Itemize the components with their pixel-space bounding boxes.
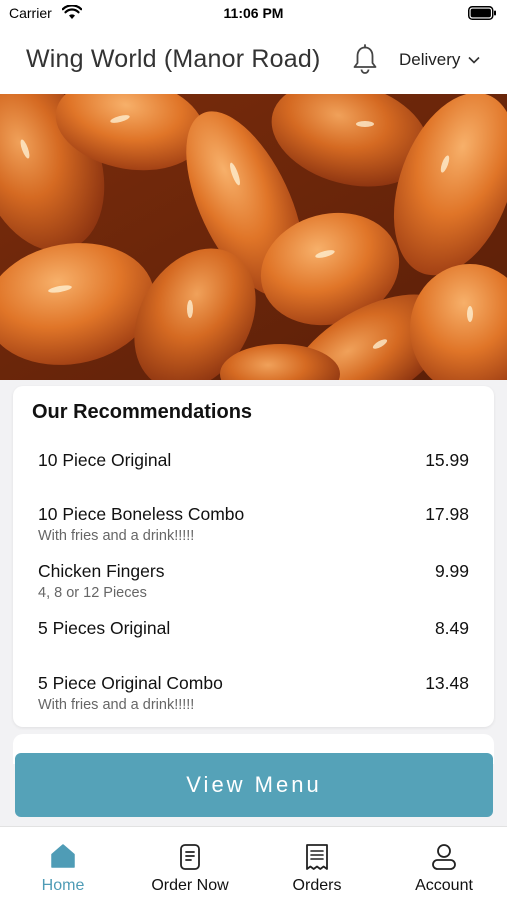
clock: 11:06 PM [223, 5, 284, 21]
tab-orders[interactable]: Orders [254, 827, 380, 900]
chicken-wings-image [0, 94, 507, 380]
receipt-icon [306, 844, 328, 870]
status-bar: Carrier 11:06 PM [0, 0, 507, 28]
item-price: 13.48 [425, 673, 469, 693]
item-description: With fries and a drink!!!!! [38, 697, 195, 713]
tab-order-now[interactable]: Order Now [127, 827, 253, 900]
order-mode-label: Delivery [399, 50, 461, 69]
item-price: 9.99 [434, 561, 469, 581]
tab-bar: Home Order Now Orders Account [0, 826, 507, 900]
recommendations-title: Our Recommendations [32, 401, 253, 423]
home-icon [51, 844, 75, 868]
tab-account[interactable]: Account [381, 827, 507, 900]
order-now-icon [180, 844, 200, 870]
tab-label: Home [41, 877, 85, 894]
view-menu-button[interactable]: View Menu [15, 753, 493, 817]
tab-home[interactable]: Home [0, 827, 126, 900]
recommendations-card: Our Recommendations 10 Piece Original 15… [13, 386, 494, 727]
bell-icon[interactable] [352, 44, 378, 74]
order-mode-select[interactable]: Delivery [399, 50, 480, 70]
item-price: 15.99 [425, 450, 469, 470]
person-icon [432, 844, 456, 870]
item-name: 5 Piece Original Combo [38, 673, 223, 693]
restaurant-title: Wing World (Manor Road) [26, 45, 321, 73]
app-header: Wing World (Manor Road) Delivery [0, 28, 507, 94]
item-description: With fries and a drink!!!!! [38, 528, 195, 544]
tab-label: Account [415, 877, 473, 894]
item-price: 17.98 [425, 504, 469, 524]
item-name: 10 Piece Boneless Combo [38, 504, 245, 524]
tab-label: Order Now [151, 877, 229, 894]
item-name: Chicken Fingers [38, 561, 165, 581]
item-price: 8.49 [434, 618, 469, 638]
item-description: 4, 8 or 12 Pieces [38, 585, 147, 601]
hero-image [0, 94, 507, 380]
item-name: 10 Piece Original [38, 450, 172, 470]
tab-label: Orders [292, 877, 342, 894]
battery-icon [468, 6, 496, 20]
chevron-down-icon [468, 56, 480, 64]
item-name: 5 Pieces Original [38, 618, 171, 638]
